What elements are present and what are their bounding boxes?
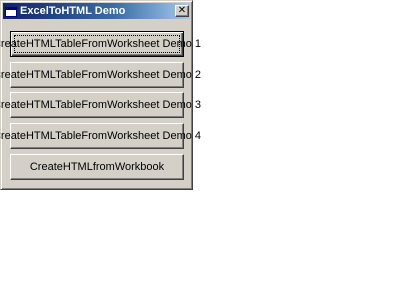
dialog-window: ExcelToHTML Demo ✕ CreateHTMLTableFromWo… (0, 0, 201, 190)
close-button[interactable]: ✕ (175, 5, 189, 17)
demo-4-button[interactable]: CreateHTMLTableFromWorksheet Demo 4 (0, 123, 201, 149)
demo-1-button-label: CreateHTMLTableFromWorksheet Demo 1 (0, 38, 202, 50)
app-window-icon (5, 5, 17, 17)
window-title: ExcelToHTML Demo (20, 5, 126, 17)
demo-3-button-label: CreateHTMLTableFromWorksheet Demo 3 (0, 99, 202, 111)
demo-2-button-label: CreateHTMLTableFromWorksheet Demo 2 (0, 69, 202, 81)
dialog-client-area: CreateHTMLTableFromWorksheet Demo 1 Crea… (0, 20, 201, 187)
create-html-from-workbook-button[interactable]: CreateHTMLfromWorkbook (10, 154, 184, 180)
demo-3-button[interactable]: CreateHTMLTableFromWorksheet Demo 3 (0, 92, 201, 118)
demo-1-button[interactable]: CreateHTMLTableFromWorksheet Demo 1 (0, 31, 201, 57)
create-html-from-workbook-label: CreateHTMLfromWorkbook (29, 161, 165, 173)
demo-4-button-label: CreateHTMLTableFromWorksheet Demo 4 (0, 130, 202, 142)
demo-2-button[interactable]: CreateHTMLTableFromWorksheet Demo 2 (0, 62, 201, 88)
close-icon: ✕ (177, 5, 187, 16)
title-bar[interactable]: ExcelToHTML Demo ✕ (3, 3, 190, 19)
